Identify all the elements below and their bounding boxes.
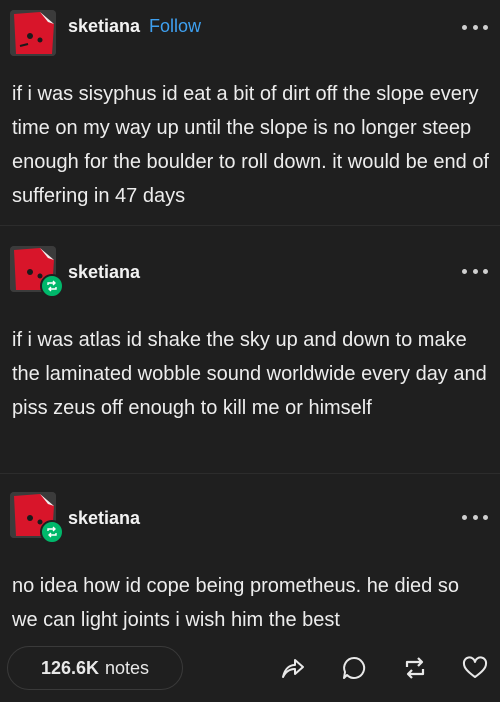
reply-icon[interactable] xyxy=(339,653,369,683)
username[interactable]: sketiana xyxy=(68,262,140,283)
username[interactable]: sketiana xyxy=(68,508,140,529)
post-header-3: sketiana xyxy=(0,492,500,544)
post-text: if i was sisyphus id eat a bit of dirt o… xyxy=(12,83,489,207)
post-header-2: sketiana xyxy=(0,246,500,298)
like-icon[interactable] xyxy=(460,653,490,683)
more-options-icon[interactable] xyxy=(462,512,488,522)
post-header-1: sketiana Follow xyxy=(0,10,500,60)
divider xyxy=(0,473,500,474)
more-options-icon[interactable] xyxy=(462,266,488,276)
notes-label: notes xyxy=(105,657,150,678)
notes-button[interactable]: 126.6K notes xyxy=(7,646,183,690)
reblog-icon[interactable] xyxy=(400,653,430,683)
follow-button[interactable]: Follow xyxy=(149,16,201,37)
notes-count: 126.6K xyxy=(40,657,99,678)
share-icon[interactable] xyxy=(278,653,308,683)
post-text: no idea how id cope being prometheus. he… xyxy=(12,575,459,631)
tumblr-post: sketiana Follow if i was sisyphus id eat… xyxy=(0,0,500,702)
reblog-badge-icon xyxy=(40,274,64,298)
divider xyxy=(0,225,500,226)
post-text: if i was atlas id shake the sky up and d… xyxy=(12,329,487,419)
username[interactable]: sketiana xyxy=(68,16,140,37)
more-options-icon[interactable] xyxy=(462,22,488,32)
avatar[interactable] xyxy=(10,10,56,56)
reblog-badge-icon xyxy=(40,520,64,544)
